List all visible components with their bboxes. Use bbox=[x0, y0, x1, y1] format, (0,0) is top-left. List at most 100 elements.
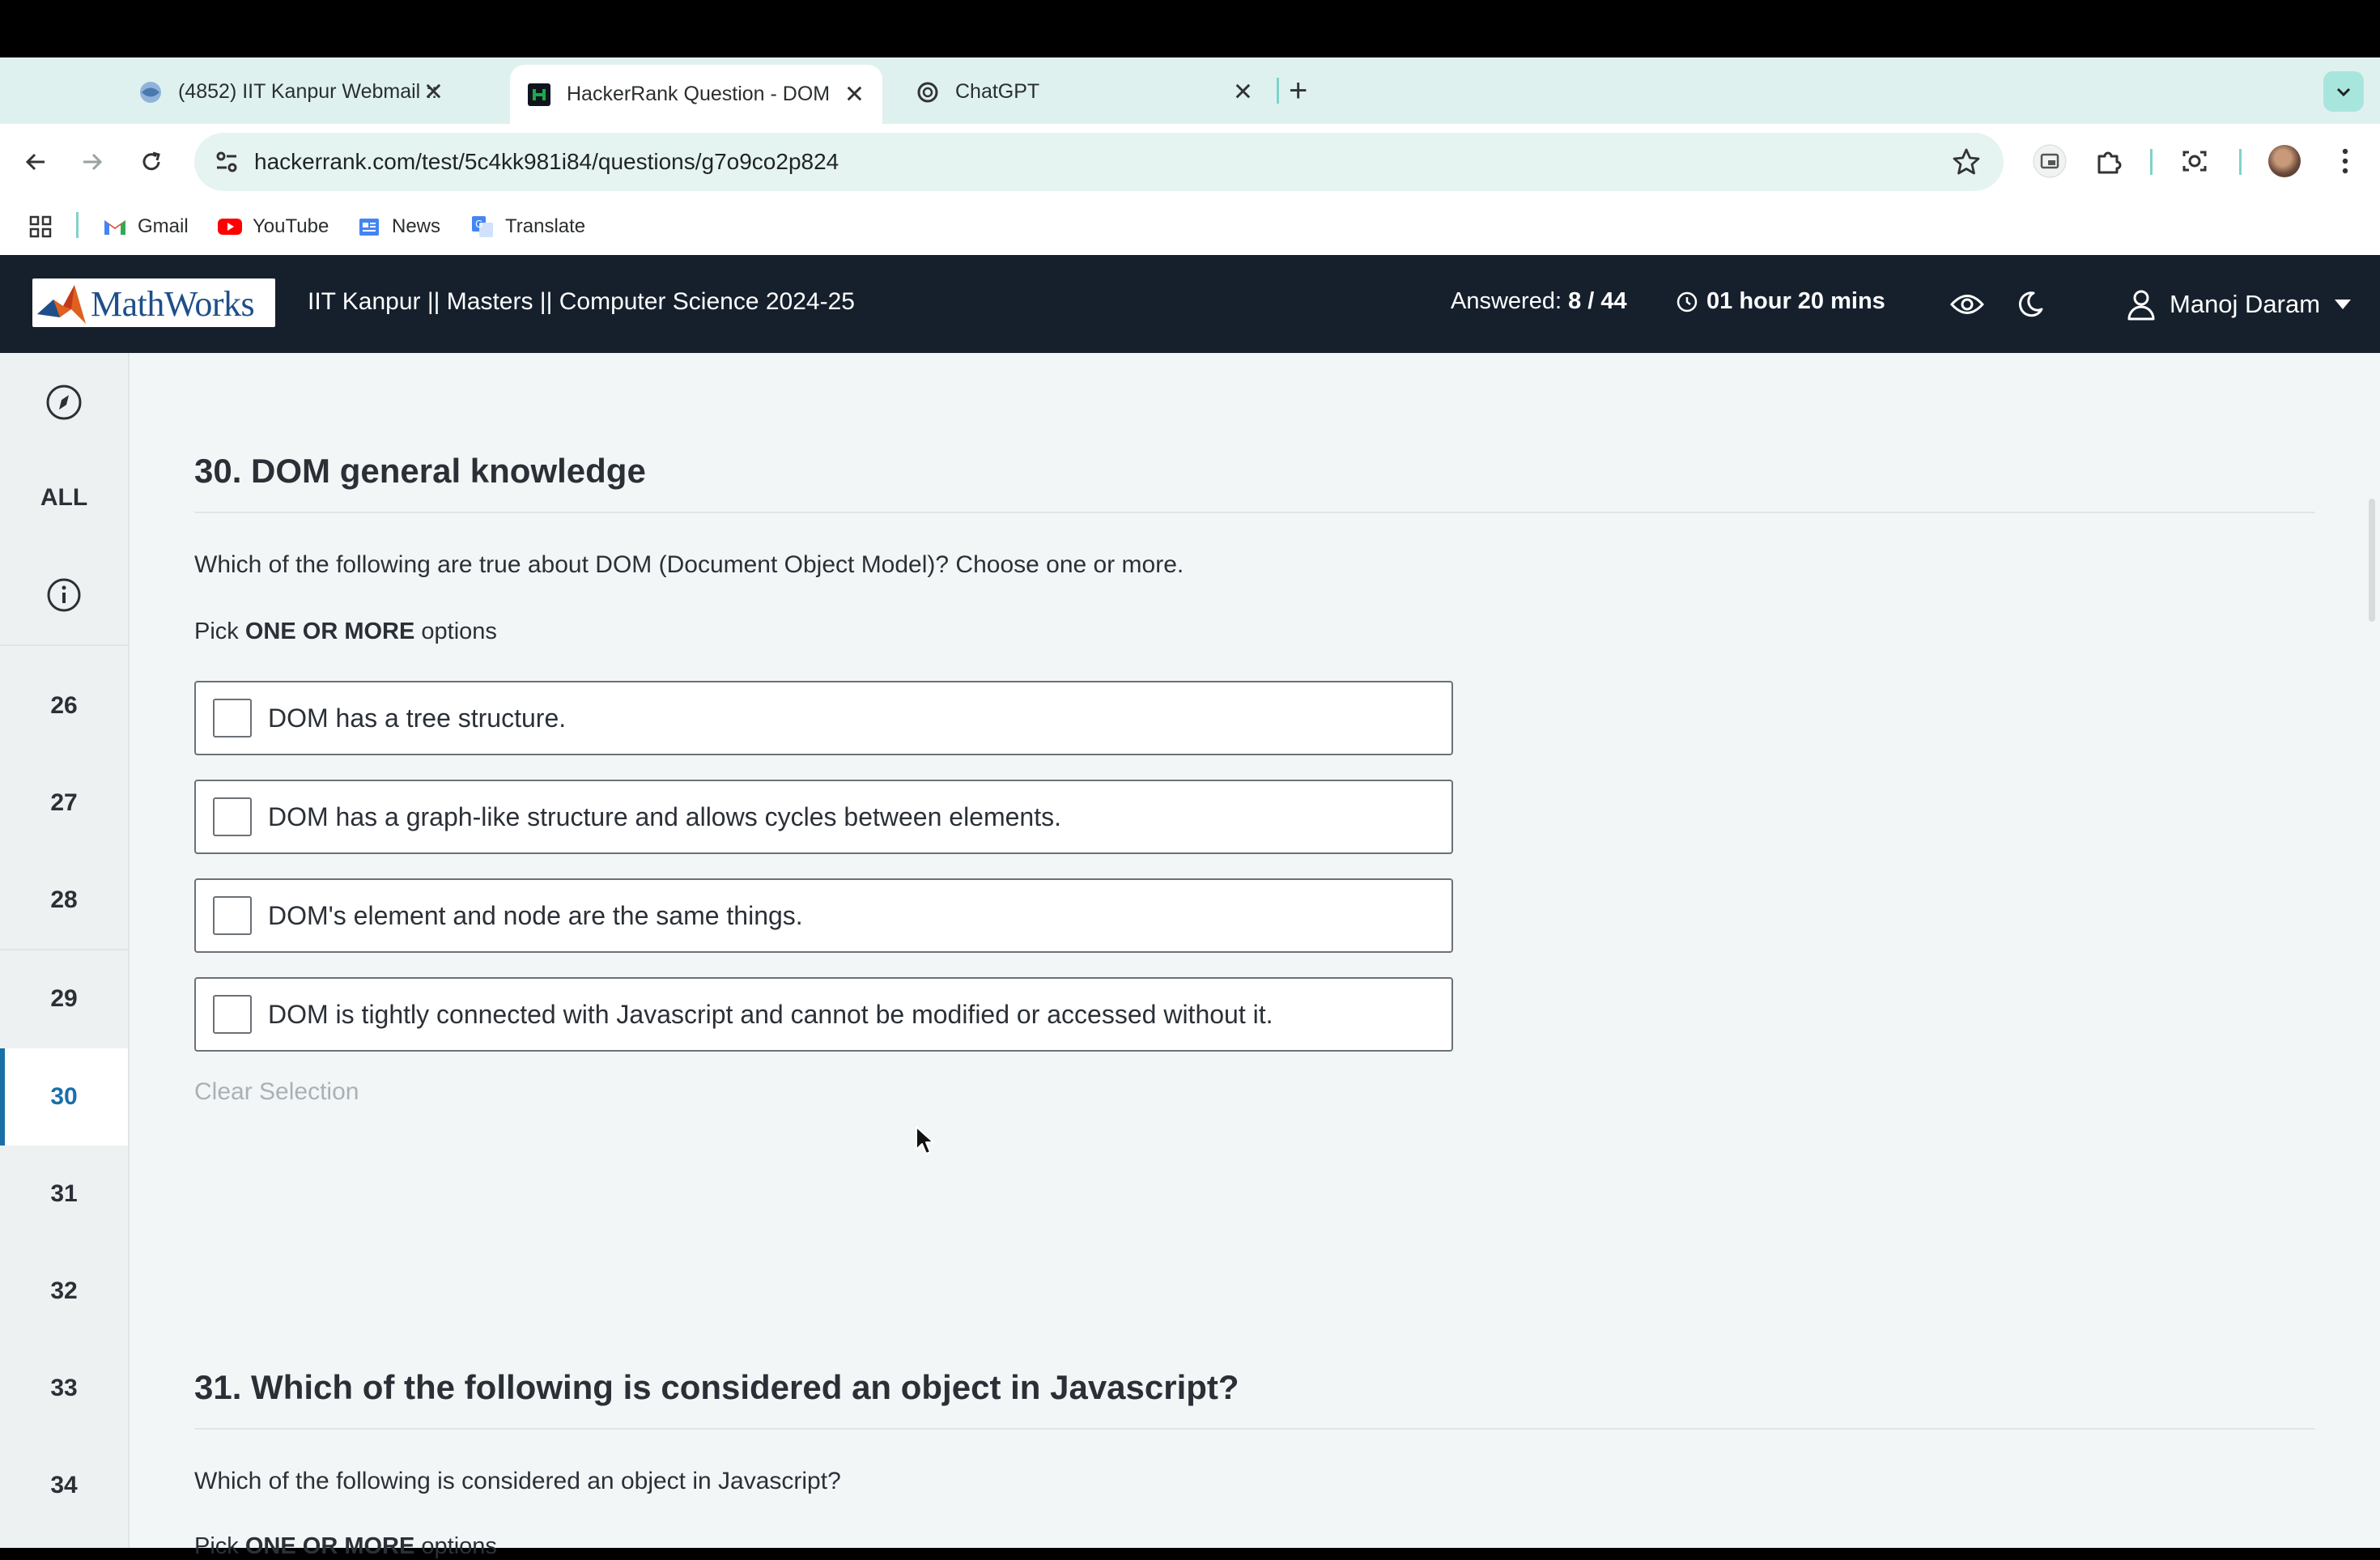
timer-text: 01 hour 20 mins bbox=[1706, 288, 1885, 314]
browser-menu-button[interactable] bbox=[2327, 142, 2364, 180]
pick-prefix: Pick bbox=[194, 1533, 239, 1559]
apps-grid-icon bbox=[28, 214, 53, 240]
membrane-logo-icon bbox=[37, 285, 86, 324]
option-checkbox[interactable] bbox=[213, 995, 252, 1034]
question-title: 30. DOM general knowledge bbox=[194, 452, 646, 490]
user-menu[interactable]: Manoj Daram bbox=[2126, 287, 2352, 322]
sidebar-question-28[interactable]: 28 bbox=[0, 852, 128, 949]
back-arrow-icon bbox=[23, 149, 49, 175]
webmail-favicon bbox=[138, 79, 164, 105]
pick-instruction: Pick ONE OR MORE options bbox=[194, 618, 497, 645]
sidebar-question-32[interactable]: 32 bbox=[0, 1243, 128, 1340]
close-icon[interactable]: ✕ bbox=[423, 78, 444, 106]
picture-in-picture-icon bbox=[2032, 143, 2068, 179]
option-checkbox[interactable] bbox=[213, 699, 252, 737]
option-3[interactable]: DOM's element and node are the same thin… bbox=[194, 878, 1453, 953]
bookmarks-separator bbox=[76, 212, 79, 238]
question-text: Which of the following is considered an … bbox=[194, 1468, 841, 1494]
instructions-button[interactable] bbox=[0, 569, 128, 621]
sidebar-divider bbox=[0, 644, 128, 646]
option-checkbox[interactable] bbox=[213, 797, 252, 836]
question-title: 31. Which of the following is considered… bbox=[194, 1368, 1239, 1406]
tab-hackerrank[interactable]: HackerRank Question - DOM ✕ bbox=[510, 65, 882, 124]
user-name: Manoj Daram bbox=[2170, 290, 2321, 318]
pick-bold: ONE OR MORE bbox=[244, 1533, 415, 1559]
close-icon[interactable]: ✕ bbox=[844, 80, 865, 108]
bookmark-translate[interactable]: G Translate bbox=[470, 209, 585, 244]
title-divider bbox=[194, 1428, 2315, 1430]
svg-text:G: G bbox=[475, 219, 482, 230]
bookmark-gmail[interactable]: Gmail bbox=[102, 209, 189, 244]
bookmark-label: News bbox=[392, 215, 441, 237]
compass-icon bbox=[45, 384, 83, 421]
tab-chatgpt[interactable]: ChatGPT ✕ bbox=[899, 70, 1271, 114]
title-divider bbox=[194, 512, 2315, 513]
news-icon bbox=[356, 214, 382, 240]
navigator-compass-button[interactable] bbox=[0, 376, 128, 428]
address-bar[interactable]: hackerrank.com/test/5c4kk981i84/question… bbox=[194, 133, 2004, 191]
hackerrank-favicon bbox=[526, 82, 552, 108]
screen-top-bar bbox=[0, 0, 2380, 57]
option-checkbox[interactable] bbox=[213, 896, 252, 935]
gmail-icon bbox=[102, 214, 128, 240]
clear-selection-link[interactable]: Clear Selection bbox=[194, 1078, 359, 1106]
toolbar-separator bbox=[2150, 149, 2153, 175]
bookmark-news[interactable]: News bbox=[356, 209, 440, 244]
mathworks-logo: MathWorks bbox=[32, 278, 275, 327]
reload-button[interactable] bbox=[134, 144, 169, 180]
forward-button[interactable] bbox=[74, 144, 110, 180]
apps-button[interactable] bbox=[28, 209, 63, 244]
option-label: DOM has a tree structure. bbox=[268, 703, 567, 733]
user-icon bbox=[2126, 288, 2157, 321]
site-settings-icon[interactable] bbox=[212, 147, 241, 176]
extensions-button[interactable] bbox=[2090, 142, 2127, 180]
sidebar-item-all[interactable]: ALL bbox=[0, 472, 128, 524]
toolbar-separator bbox=[2239, 149, 2242, 175]
caret-down-icon bbox=[2335, 300, 2352, 309]
answered-value: 8 / 44 bbox=[1568, 288, 1627, 314]
sidebar-question-29[interactable]: 29 bbox=[0, 950, 128, 1048]
logo-text: MathWorks bbox=[91, 284, 255, 324]
bookmark-label: Translate bbox=[505, 215, 586, 237]
url-text: hackerrank.com/test/5c4kk981i84/question… bbox=[254, 149, 839, 174]
bookmark-label: Gmail bbox=[138, 215, 189, 237]
profile-avatar[interactable] bbox=[2268, 145, 2301, 177]
sidebar-question-31[interactable]: 31 bbox=[0, 1146, 128, 1243]
sidebar-question-34[interactable]: 34 bbox=[0, 1437, 128, 1534]
new-tab-button[interactable]: + bbox=[1289, 74, 1307, 107]
option-4[interactable]: DOM is tightly connected with Javascript… bbox=[194, 977, 1453, 1052]
bookmark-youtube[interactable]: YouTube bbox=[217, 209, 329, 244]
cast-button[interactable] bbox=[2031, 142, 2068, 180]
visibility-toggle[interactable] bbox=[1949, 287, 1985, 322]
pick-instruction: Pick ONE OR MORE options bbox=[194, 1533, 497, 1560]
pick-suffix: options bbox=[421, 1533, 497, 1559]
option-label: DOM is tightly connected with Javascript… bbox=[268, 999, 1273, 1029]
info-icon bbox=[46, 577, 82, 613]
youtube-icon bbox=[217, 214, 243, 240]
tab-search-button[interactable] bbox=[2323, 71, 2364, 112]
tab-webmail[interactable]: (4852) IIT Kanpur Webmail :: ✕ bbox=[121, 70, 461, 114]
clock-icon bbox=[1676, 291, 1706, 313]
test-title: IIT Kanpur || Masters || Computer Scienc… bbox=[308, 288, 855, 315]
back-button[interactable] bbox=[18, 144, 53, 180]
option-1[interactable]: DOM has a tree structure. bbox=[194, 681, 1453, 755]
scrollbar-thumb[interactable] bbox=[2369, 499, 2375, 622]
sidebar-question-26[interactable]: 26 bbox=[0, 657, 128, 754]
lens-button[interactable] bbox=[2176, 142, 2213, 180]
bookmark-label: YouTube bbox=[253, 215, 329, 237]
tab-label: (4852) IIT Kanpur Webmail :: bbox=[178, 80, 438, 103]
dark-mode-toggle[interactable] bbox=[2012, 287, 2048, 322]
more-vertical-icon bbox=[2340, 147, 2350, 176]
option-label: DOM has a graph-like structure and allow… bbox=[268, 801, 1061, 831]
bookmark-star-icon[interactable] bbox=[1950, 146, 1983, 178]
question-text: Which of the following are true about DO… bbox=[194, 551, 1184, 578]
sidebar-question-27[interactable]: 27 bbox=[0, 754, 128, 852]
close-icon[interactable]: ✕ bbox=[1233, 78, 1253, 106]
pick-bold: ONE OR MORE bbox=[244, 618, 415, 644]
sidebar-question-33[interactable]: 33 bbox=[0, 1340, 128, 1437]
sidebar-question-30[interactable]: 30 bbox=[0, 1048, 128, 1146]
time-remaining: 01 hour 20 mins bbox=[1676, 288, 1885, 315]
option-2[interactable]: DOM has a graph-like structure and allow… bbox=[194, 780, 1453, 854]
answered-count: Answered: 8 / 44 bbox=[1451, 288, 1627, 315]
option-label: DOM's element and node are the same thin… bbox=[268, 900, 803, 930]
